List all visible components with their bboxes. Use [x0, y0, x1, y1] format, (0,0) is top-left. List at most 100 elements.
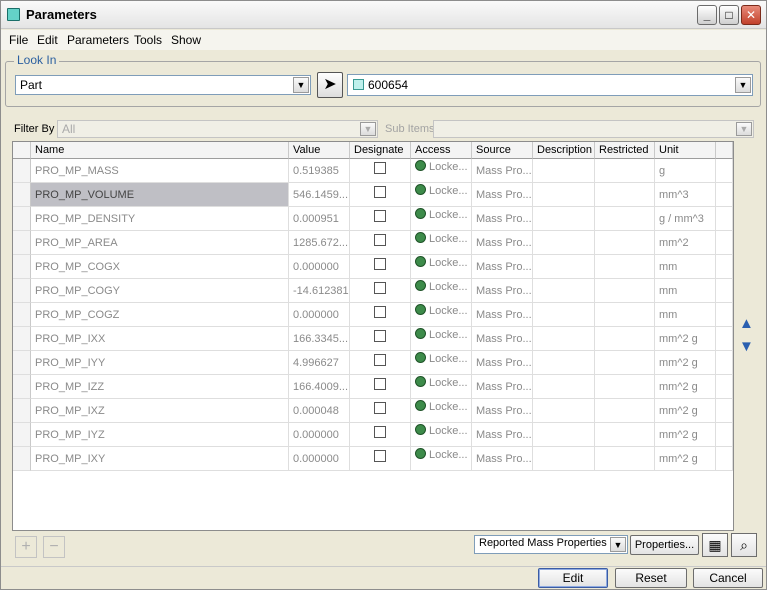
cell-source[interactable]: Mass Pro...: [472, 423, 533, 447]
cell-filler[interactable]: [716, 255, 733, 279]
cell-restricted[interactable]: [595, 207, 655, 231]
menu-file[interactable]: File: [9, 33, 28, 47]
cell-value[interactable]: 0.000048: [289, 399, 350, 423]
cell-source[interactable]: Mass Pro...: [472, 399, 533, 423]
cell-source[interactable]: Mass Pro...: [472, 159, 533, 183]
cell-value[interactable]: 4.996627: [289, 351, 350, 375]
cell-designate[interactable]: [350, 303, 411, 327]
cell-access[interactable]: Locke...: [411, 303, 472, 327]
cell-unit[interactable]: mm: [655, 255, 716, 279]
column-header-designate[interactable]: Designate: [350, 142, 411, 159]
cell-value[interactable]: 0.000000: [289, 447, 350, 471]
cell-name[interactable]: PRO_MP_IXY: [31, 447, 289, 471]
cell-name[interactable]: PRO_MP_MASS: [31, 159, 289, 183]
cell-unit[interactable]: mm^2 g: [655, 399, 716, 423]
binoculars-icon[interactable]: ⌕: [731, 533, 757, 557]
cell-value[interactable]: 1285.672...: [289, 231, 350, 255]
cell-description[interactable]: [533, 159, 595, 183]
row-header[interactable]: [13, 303, 31, 327]
table-row[interactable]: PRO_MP_IYY 4.996627 Locke... Mass Pro... mm^…: [13, 351, 733, 375]
cell-designate[interactable]: [350, 399, 411, 423]
cell-access[interactable]: Locke...: [411, 327, 472, 351]
cell-unit[interactable]: mm: [655, 303, 716, 327]
cell-filler[interactable]: [716, 303, 733, 327]
cell-unit[interactable]: g / mm^3: [655, 207, 716, 231]
cell-name[interactable]: PRO_MP_IXX: [31, 327, 289, 351]
designate-checkbox[interactable]: [374, 330, 386, 342]
table-row[interactable]: PRO_MP_COGX 0.000000 Locke... Mass Pro... mm: [13, 255, 733, 279]
row-header[interactable]: [13, 423, 31, 447]
cell-description[interactable]: [533, 327, 595, 351]
cell-name[interactable]: PRO_MP_DENSITY: [31, 207, 289, 231]
cell-restricted[interactable]: [595, 303, 655, 327]
designate-checkbox[interactable]: [374, 354, 386, 366]
cell-description[interactable]: [533, 303, 595, 327]
cell-restricted[interactable]: [595, 183, 655, 207]
cell-filler[interactable]: [716, 423, 733, 447]
scroll-up-icon[interactable]: ▲: [739, 315, 754, 332]
table-row[interactable]: PRO_MP_AREA 1285.672... Locke... Mass Pro..…: [13, 231, 733, 255]
cell-unit[interactable]: g: [655, 159, 716, 183]
cell-restricted[interactable]: [595, 423, 655, 447]
cell-description[interactable]: [533, 231, 595, 255]
row-header[interactable]: [13, 183, 31, 207]
designate-checkbox[interactable]: [374, 186, 386, 198]
designate-checkbox[interactable]: [374, 450, 386, 462]
cell-restricted[interactable]: [595, 231, 655, 255]
cell-source[interactable]: Mass Pro...: [472, 375, 533, 399]
cell-restricted[interactable]: [595, 399, 655, 423]
cell-description[interactable]: [533, 351, 595, 375]
cell-source[interactable]: Mass Pro...: [472, 327, 533, 351]
cell-restricted[interactable]: [595, 255, 655, 279]
cell-name[interactable]: PRO_MP_COGX: [31, 255, 289, 279]
designate-checkbox[interactable]: [374, 378, 386, 390]
pointer-icon[interactable]: ➤: [317, 72, 343, 98]
cell-unit[interactable]: mm^2 g: [655, 447, 716, 471]
cell-filler[interactable]: [716, 399, 733, 423]
cell-access[interactable]: Locke...: [411, 207, 472, 231]
cell-value[interactable]: 166.3345...: [289, 327, 350, 351]
cell-designate[interactable]: [350, 183, 411, 207]
filter-by-select[interactable]: All ▼: [57, 120, 378, 138]
designate-checkbox[interactable]: [374, 282, 386, 294]
remove-parameter-button[interactable]: −: [43, 536, 65, 558]
cell-filler[interactable]: [716, 447, 733, 471]
table-row[interactable]: PRO_MP_IXX 166.3345... Locke... Mass Pro...…: [13, 327, 733, 351]
cell-designate[interactable]: [350, 207, 411, 231]
cell-designate[interactable]: [350, 255, 411, 279]
cell-source[interactable]: Mass Pro...: [472, 207, 533, 231]
row-header[interactable]: [13, 399, 31, 423]
scroll-down-icon[interactable]: ▼: [739, 338, 754, 355]
designate-checkbox[interactable]: [374, 234, 386, 246]
row-header[interactable]: [13, 447, 31, 471]
cell-designate[interactable]: [350, 375, 411, 399]
table-row[interactable]: PRO_MP_MASS 0.519385 Locke... Mass Pro... g: [13, 159, 733, 183]
cell-unit[interactable]: mm^2 g: [655, 423, 716, 447]
cell-unit[interactable]: mm^3: [655, 183, 716, 207]
cell-unit[interactable]: mm^2 g: [655, 351, 716, 375]
cell-designate[interactable]: [350, 423, 411, 447]
cell-designate[interactable]: [350, 447, 411, 471]
cell-value[interactable]: -14.612381: [289, 279, 350, 303]
cell-restricted[interactable]: [595, 375, 655, 399]
cell-filler[interactable]: [716, 375, 733, 399]
table-row[interactable]: PRO_MP_COGY -14.612381 Locke... Mass Pro...…: [13, 279, 733, 303]
cell-name[interactable]: PRO_MP_VOLUME: [31, 183, 289, 207]
cell-access[interactable]: Locke...: [411, 447, 472, 471]
row-header[interactable]: [13, 279, 31, 303]
sub-items-select[interactable]: ▼: [433, 120, 754, 138]
cell-filler[interactable]: [716, 159, 733, 183]
minimize-icon[interactable]: _: [697, 5, 717, 25]
look-in-type-select[interactable]: Part ▼: [15, 75, 311, 95]
column-header-description[interactable]: Description: [533, 142, 595, 159]
designate-checkbox[interactable]: [374, 162, 386, 174]
designate-checkbox[interactable]: [374, 210, 386, 222]
cell-unit[interactable]: mm^2: [655, 231, 716, 255]
cell-value[interactable]: 0.000000: [289, 303, 350, 327]
cell-access[interactable]: Locke...: [411, 231, 472, 255]
properties-select[interactable]: Reported Mass Properties ▼: [474, 535, 628, 554]
cancel-button[interactable]: Cancel: [693, 568, 763, 588]
maximize-icon[interactable]: □: [719, 5, 739, 25]
cell-value[interactable]: 546.1459...: [289, 183, 350, 207]
cell-access[interactable]: Locke...: [411, 351, 472, 375]
